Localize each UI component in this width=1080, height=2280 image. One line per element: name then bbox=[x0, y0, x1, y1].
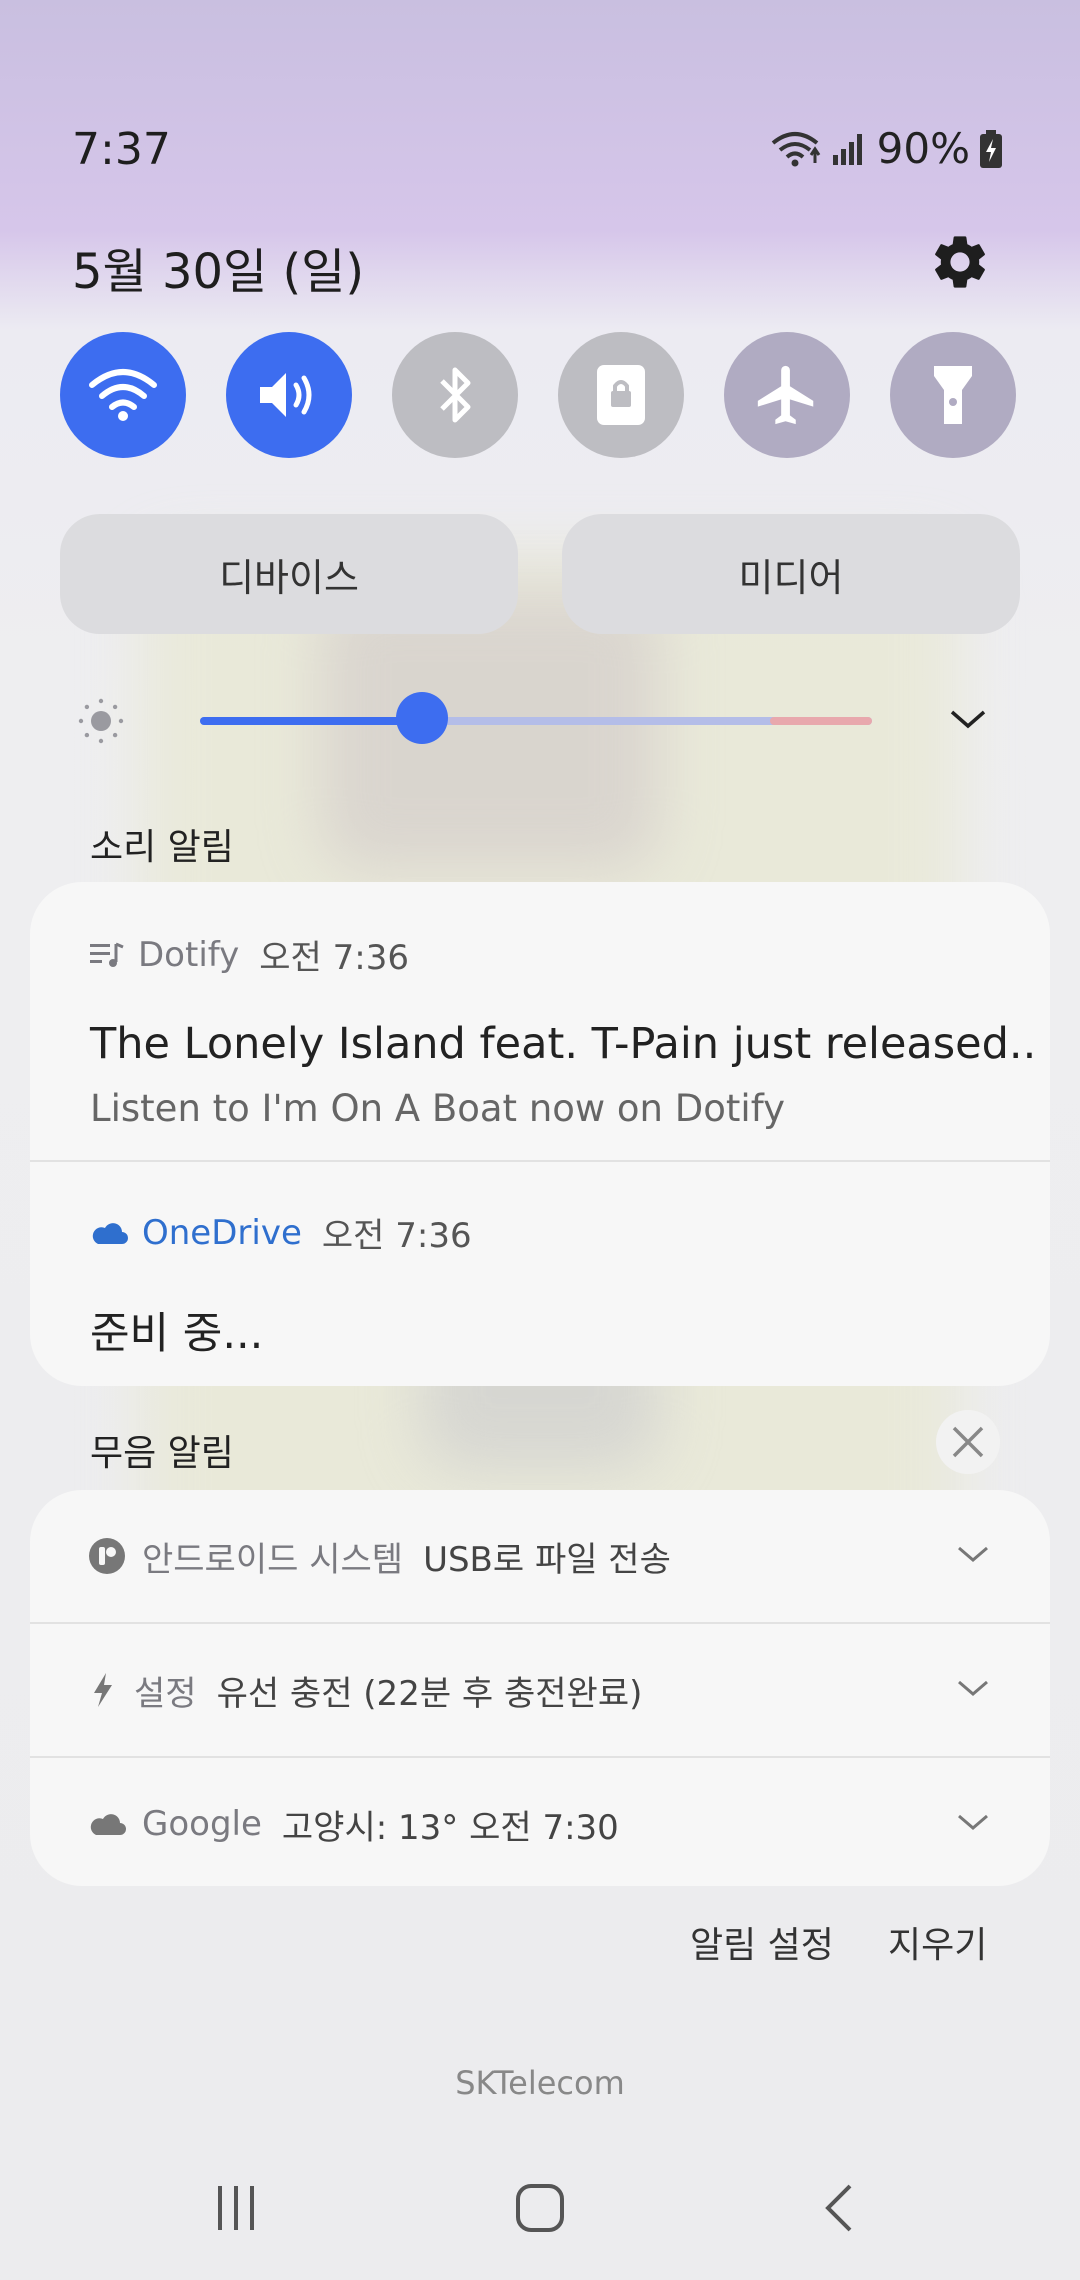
notification-time: 오전 7:36 bbox=[321, 1216, 472, 1256]
notification-card-silent: 안드로이드 시스템 USB로 파일 전송 설정 유선 충전 (22분 후 충전완… bbox=[30, 1490, 1050, 1886]
chevron-down-icon[interactable] bbox=[956, 1542, 990, 1566]
lightning-bolt-icon bbox=[94, 1673, 112, 1707]
brightness-fill bbox=[200, 717, 422, 725]
weather-cloud-icon bbox=[90, 1814, 126, 1835]
qs-flashlight-toggle[interactable] bbox=[890, 332, 1016, 458]
cellular-signal-icon bbox=[832, 133, 862, 165]
notification-title: 준비 중... bbox=[90, 1309, 264, 1359]
silent-notification-google-weather[interactable]: Google 고양시: 13° 오전 7:30 bbox=[30, 1758, 1050, 1886]
qs-airplane-toggle[interactable] bbox=[724, 332, 850, 458]
app-name: Google bbox=[142, 1804, 262, 1844]
brightness-track[interactable] bbox=[200, 717, 872, 725]
qs-sound-toggle[interactable] bbox=[226, 332, 352, 458]
qs-screen-lock-toggle[interactable] bbox=[558, 332, 684, 458]
brightness-high-zone bbox=[770, 717, 872, 725]
status-icons: 90% bbox=[769, 124, 1004, 173]
bluetooth-icon bbox=[440, 367, 471, 423]
settings-gear-icon[interactable] bbox=[928, 230, 992, 294]
silent-notification-android[interactable]: 안드로이드 시스템 USB로 파일 전송 bbox=[30, 1490, 1050, 1622]
back-icon[interactable] bbox=[820, 2182, 860, 2234]
speaker-icon bbox=[260, 373, 312, 417]
notification-header: OneDrive 오전 7:36 bbox=[90, 1208, 990, 1257]
quick-settings-row bbox=[60, 332, 1020, 458]
lock-rotation-icon bbox=[597, 365, 645, 425]
brightness-sun-icon bbox=[78, 698, 124, 744]
silent-alerts-label: 무음 알림 bbox=[90, 1433, 234, 1474]
notification-title: The Lonely Island feat. T-Pain just rele… bbox=[90, 1019, 1037, 1069]
app-name: 설정 bbox=[134, 1673, 197, 1714]
qs-bluetooth-toggle[interactable] bbox=[392, 332, 518, 458]
notification-onedrive[interactable]: OneDrive 오전 7:36 준비 중... bbox=[30, 1162, 1050, 1361]
onedrive-cloud-icon bbox=[92, 1222, 128, 1244]
media-button[interactable]: 미디어 bbox=[562, 514, 1020, 634]
notification-header: Dotify 오전 7:36 bbox=[90, 930, 990, 979]
chevron-down-icon[interactable] bbox=[956, 1676, 990, 1700]
playlist-icon bbox=[90, 942, 124, 967]
brightness-thumb[interactable] bbox=[395, 692, 448, 744]
wifi-icon bbox=[89, 369, 157, 421]
date-label: 5월 30일 (일) bbox=[72, 244, 365, 300]
notification-text: USB로 파일 전송 bbox=[423, 1539, 671, 1580]
battery-percent: 90% bbox=[876, 124, 970, 173]
recent-apps-icon[interactable] bbox=[212, 2182, 262, 2232]
notification-card-alerting: Dotify 오전 7:36 The Lonely Island feat. T… bbox=[30, 882, 1050, 1386]
notification-settings-button[interactable]: 알림 설정 bbox=[690, 1916, 834, 1968]
status-bar: 7:37 90% bbox=[0, 0, 1080, 220]
dismiss-silent-button[interactable] bbox=[936, 1410, 1000, 1474]
notification-dotify[interactable]: Dotify 오전 7:36 The Lonely Island feat. T… bbox=[30, 882, 1050, 1160]
app-name: Dotify bbox=[138, 934, 240, 975]
flashlight-icon bbox=[934, 366, 972, 424]
devices-button[interactable]: 디바이스 bbox=[60, 514, 518, 634]
sound-alerts-label: 소리 알림 bbox=[90, 827, 234, 868]
battery-charging-icon bbox=[980, 129, 1002, 168]
qs-wifi-toggle[interactable] bbox=[60, 332, 186, 458]
android-system-icon bbox=[89, 1538, 125, 1574]
airplane-icon bbox=[757, 365, 814, 425]
notification-body: Listen to I'm On A Boat now on Dotify bbox=[90, 1087, 785, 1130]
status-time: 7:37 bbox=[72, 124, 171, 175]
chevron-down-icon[interactable] bbox=[948, 704, 988, 734]
close-icon bbox=[952, 1426, 984, 1458]
brightness-slider[interactable] bbox=[0, 680, 1080, 760]
home-icon[interactable] bbox=[514, 2182, 566, 2234]
navigation-bar bbox=[0, 2160, 1080, 2260]
chevron-down-icon[interactable] bbox=[956, 1810, 990, 1834]
notification-time: 오전 7:36 bbox=[259, 938, 409, 978]
carrier-label: SKTelecom bbox=[455, 2064, 625, 2102]
notification-text: 고양시: 13° 오전 7:30 bbox=[281, 1807, 619, 1848]
app-name: OneDrive bbox=[142, 1212, 302, 1253]
app-name: 안드로이드 시스템 bbox=[142, 1539, 404, 1580]
wifi-signal-icon bbox=[771, 131, 820, 166]
notification-text: 유선 충전 (22분 후 충전완료) bbox=[216, 1673, 643, 1714]
silent-notification-charging[interactable]: 설정 유선 충전 (22분 후 충전완료) bbox=[30, 1624, 1050, 1756]
clear-all-button[interactable]: 지우기 bbox=[888, 1916, 987, 1968]
